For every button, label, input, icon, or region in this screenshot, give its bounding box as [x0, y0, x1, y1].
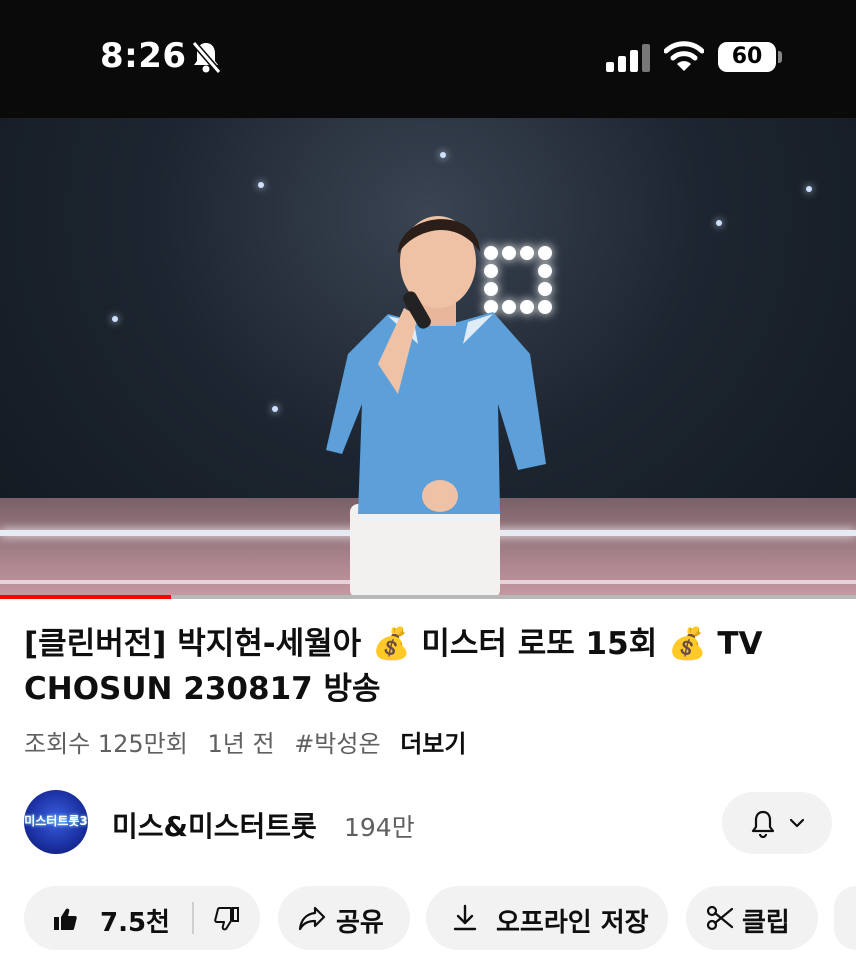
- stage-light: [258, 182, 264, 188]
- hashtag-link[interactable]: #박성온: [294, 730, 380, 758]
- thumbs-up-icon[interactable]: [52, 906, 78, 932]
- download-label: 오프라인 저장: [496, 908, 649, 938]
- video-player[interactable]: [0, 118, 856, 598]
- share-button[interactable]: 공유: [278, 886, 410, 950]
- stage-light: [112, 316, 118, 322]
- channel-name[interactable]: 미스&미스터트롯: [112, 805, 317, 845]
- status-time: 8:26: [100, 36, 187, 76]
- battery-level: 60: [731, 44, 763, 69]
- stage-light: [716, 220, 722, 226]
- channel-avatar[interactable]: 미스터트롯3: [24, 790, 88, 854]
- download-icon: [453, 904, 477, 931]
- download-button[interactable]: 오프라인 저장: [426, 886, 668, 950]
- wifi-icon: [664, 41, 704, 71]
- clip-label: 클립: [742, 908, 790, 938]
- like-count[interactable]: 7.5천: [100, 902, 170, 939]
- channel-avatar-logo: 미스터트롯3: [24, 814, 88, 828]
- share-label: 공유: [336, 908, 384, 938]
- bell-slash-icon: [191, 41, 222, 74]
- like-divider: [192, 902, 194, 934]
- singer-figure: [326, 216, 546, 598]
- notification-button[interactable]: [722, 792, 832, 854]
- video-meta[interactable]: 조회수 125만회 1년 전 #박성온 더보기: [24, 724, 478, 759]
- thumbs-down-icon[interactable]: [214, 906, 240, 932]
- view-count: 조회수 125만회: [24, 730, 188, 758]
- chevron-down-icon: [789, 818, 805, 828]
- upload-age: 1년 전: [207, 730, 275, 758]
- video-title[interactable]: [클린버전] 박지현-세월아 💰 미스터 로또 15회 💰 TV CHOSUN …: [24, 622, 824, 712]
- status-bar: 8:26 60: [0, 0, 856, 118]
- bell-icon: [751, 810, 775, 838]
- battery-indicator: 60: [718, 42, 782, 72]
- scissors-icon: [706, 905, 734, 931]
- video-progress-fill: [0, 595, 172, 599]
- more-actions-button[interactable]: [834, 886, 856, 950]
- like-dislike-group: 7.5천: [24, 886, 260, 950]
- stage-light: [440, 152, 446, 158]
- clip-button[interactable]: 클립: [686, 886, 818, 950]
- stage-light: [272, 406, 278, 412]
- stage-light: [806, 186, 812, 192]
- more-link[interactable]: 더보기: [400, 730, 466, 758]
- subscriber-count: 194만: [344, 813, 415, 842]
- share-arrow-icon: [298, 906, 326, 931]
- cellular-signal-icon: [606, 44, 650, 72]
